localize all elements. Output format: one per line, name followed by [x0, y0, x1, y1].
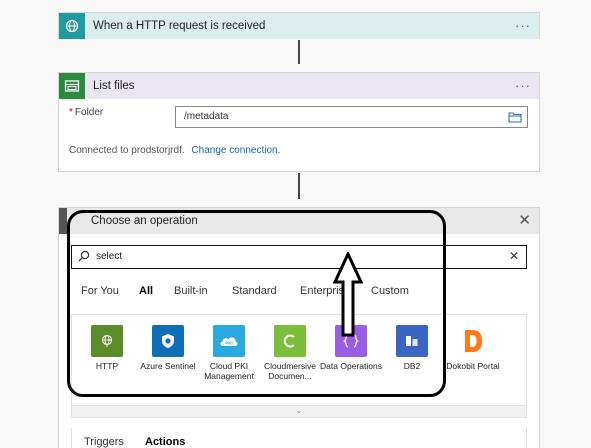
connector-name: Azure Sentinel — [140, 361, 196, 371]
required-marker: * — [69, 107, 73, 118]
connector-http[interactable]: HTTP — [76, 325, 138, 371]
storage-icon — [59, 73, 85, 99]
tab-triggers[interactable]: Triggers — [84, 436, 124, 448]
connector-dokobit[interactable]: Dokobit Portal — [442, 325, 504, 371]
database-icon — [396, 325, 428, 357]
d-logo-icon — [457, 325, 489, 357]
braces-icon — [335, 325, 367, 357]
step-header[interactable]: When a HTTP request is received ··· — [59, 13, 539, 39]
folder-picker-icon[interactable] — [508, 111, 522, 123]
connector-db2[interactable]: DB2 — [381, 325, 443, 371]
c-logo-icon — [274, 325, 306, 357]
close-icon[interactable]: ✕ — [518, 211, 531, 229]
shield-icon — [152, 325, 184, 357]
step-list-files[interactable]: List files ··· * Folder /metadata Connect… — [58, 72, 540, 172]
step-title: List files — [93, 80, 135, 92]
folder-field-label: * Folder — [69, 106, 103, 118]
tab-custom[interactable]: Custom — [371, 285, 409, 297]
connector-list: HTTP Azure Sentinel PKI Cloud PKI Manage… — [71, 314, 527, 406]
connector-line — [298, 40, 300, 64]
tab-all[interactable]: All — [139, 285, 153, 297]
step-http-trigger[interactable]: When a HTTP request is received ··· — [58, 12, 540, 39]
search-value: select — [96, 251, 123, 262]
tab-for-you[interactable]: For You — [81, 285, 119, 297]
connector-name: HTTP — [95, 361, 119, 371]
connector-name: Cloud PKI Management — [204, 361, 254, 381]
clear-search-icon[interactable]: ✕ — [509, 249, 519, 263]
folder-input[interactable]: /metadata — [175, 106, 528, 128]
connection-info: Connected to prodstorjrdf. Change connec… — [69, 145, 280, 156]
search-input[interactable]: select ✕ — [71, 245, 527, 269]
http-globe-icon — [59, 13, 85, 39]
more-options-icon[interactable]: ··· — [515, 18, 531, 33]
tab-built-in[interactable]: Built-in — [174, 285, 208, 297]
folder-label: Folder — [74, 107, 104, 118]
connector-cloudmersive[interactable]: Cloudmersive Documen... — [259, 325, 321, 381]
connector-name: Dokobit Portal — [446, 361, 500, 371]
tab-standard[interactable]: Standard — [232, 285, 277, 297]
connected-text: Connected to prodstorjrdf. — [69, 145, 185, 156]
cloud-icon: PKI — [213, 325, 245, 357]
choose-operation-panel[interactable]: Choose an operation ✕ select ✕ For You A… — [58, 207, 540, 448]
connector-data-operations[interactable]: Data Operations — [320, 325, 382, 371]
operation-icon — [59, 208, 67, 234]
connector-azure-sentinel[interactable]: Azure Sentinel — [137, 325, 199, 371]
step-header: Choose an operation ✕ — [59, 208, 539, 234]
more-options-icon[interactable]: ··· — [515, 78, 531, 93]
search-icon — [78, 250, 90, 262]
tab-enterprise[interactable]: Enterprise — [300, 285, 350, 297]
connector-name: DB2 — [403, 361, 421, 371]
step-title: Choose an operation — [91, 215, 198, 227]
svg-text:PKI: PKI — [225, 341, 233, 346]
connector-cloud-pki[interactable]: PKI Cloud PKI Management — [198, 325, 260, 381]
change-connection-link[interactable]: Change connection. — [191, 145, 280, 156]
expand-connectors-chevron-icon[interactable]: ⌄ — [71, 406, 527, 418]
folder-value: /metadata — [184, 111, 229, 122]
connector-name: Cloudmersive Documen... — [264, 361, 316, 381]
tab-actions[interactable]: Actions — [145, 436, 185, 448]
step-header[interactable]: List files ··· — [59, 73, 539, 99]
connector-name: Data Operations — [320, 361, 382, 371]
trigger-action-tabs: Triggers Actions — [71, 428, 527, 448]
step-title: When a HTTP request is received — [93, 20, 266, 32]
connector-line — [298, 173, 300, 199]
globe-icon — [91, 325, 123, 357]
